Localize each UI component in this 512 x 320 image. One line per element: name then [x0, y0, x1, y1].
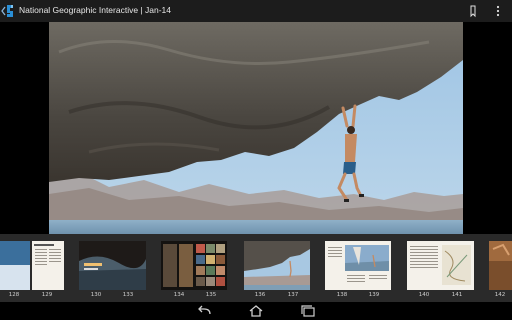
thumbnail-spread-136-137[interactable] — [244, 241, 310, 290]
spread-134-135-image — [161, 241, 227, 290]
page-title: National Geographic Interactive | Jan-14 — [19, 5, 171, 15]
bookmark-icon — [470, 5, 476, 18]
page-number: 141 — [451, 292, 463, 298]
page-number: 135 — [205, 292, 217, 298]
page-number: 140 — [418, 292, 430, 298]
spread-138-139-image — [325, 241, 391, 290]
bookmark-button[interactable] — [465, 4, 481, 18]
thumbnail-spread-130-133[interactable] — [79, 241, 146, 290]
spread-140-141-image — [407, 241, 474, 290]
page-number: 137 — [287, 292, 299, 298]
page-number: 134 — [173, 292, 185, 298]
page-photo-climber[interactable] — [49, 22, 463, 234]
spread-142-image — [489, 241, 512, 290]
thumbnail-spread-134-135[interactable] — [161, 241, 227, 290]
page-number: 128 — [8, 292, 20, 298]
thumbnail-spread-128-129[interactable] — [0, 241, 64, 290]
spread-136-137-image — [244, 241, 310, 290]
thumbnail-strip[interactable]: 128 129 130 133 134 135 136 137 138 139 … — [0, 234, 512, 302]
home-icon — [249, 305, 263, 317]
recents-icon — [301, 305, 315, 317]
thumbnail-spread-140-141[interactable] — [407, 241, 474, 290]
page-number: 129 — [41, 292, 53, 298]
page-viewer[interactable] — [0, 22, 512, 234]
system-navigation-bar — [0, 302, 512, 320]
back-button[interactable] — [194, 304, 214, 318]
page-number: 130 — [90, 292, 102, 298]
overflow-menu-icon — [496, 5, 500, 17]
ng-logo-icon — [7, 5, 13, 17]
thumbnail-spread-142[interactable] — [489, 241, 512, 290]
thumbnail-spread-138-139[interactable] — [325, 241, 391, 290]
page-number: 133 — [122, 292, 134, 298]
page-number: 136 — [254, 292, 266, 298]
overflow-menu-button[interactable] — [490, 4, 506, 18]
page-number: 142 — [494, 292, 506, 298]
page-number: 138 — [336, 292, 348, 298]
up-button[interactable] — [0, 0, 17, 22]
page-number: 139 — [368, 292, 380, 298]
spread-128-129-image — [0, 241, 64, 290]
recents-button[interactable] — [298, 304, 318, 318]
spread-130-133-image — [79, 241, 146, 290]
back-icon — [198, 305, 211, 315]
action-bar: National Geographic Interactive | Jan-14 — [0, 0, 512, 22]
home-button[interactable] — [246, 304, 266, 318]
